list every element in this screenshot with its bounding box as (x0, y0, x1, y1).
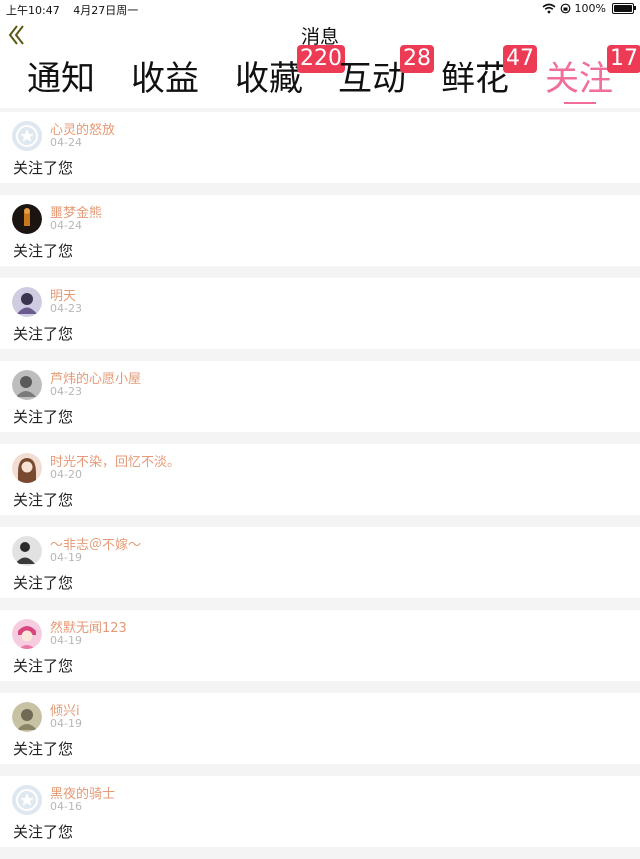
battery-percent: 100% (574, 2, 606, 15)
active-tab-indicator (564, 102, 596, 104)
follow-date: 04-16 (50, 800, 82, 813)
follow-message: 关注了您 (13, 740, 74, 758)
avatar[interactable] (12, 453, 42, 483)
follow-message: 关注了您 (13, 325, 74, 343)
follow-date: 04-19 (50, 634, 82, 647)
avatar-photo-icon (12, 370, 42, 400)
avatar-photo-icon (12, 702, 42, 732)
tab-earnings[interactable]: 收益 (131, 55, 199, 103)
follow-message: 关注了您 (13, 657, 74, 675)
follow-date: 04-20 (50, 468, 82, 481)
avatar-photo-icon (12, 536, 42, 566)
list-item[interactable]: 然默无闻123 04-19 关注了您 (0, 610, 640, 681)
list-item[interactable]: ～非志＠不嫁～ 04-19 关注了您 (0, 527, 640, 598)
status-time: 上午10:47 (6, 4, 60, 17)
follow-message: 关注了您 (13, 242, 74, 260)
avatar-photo-icon (12, 204, 42, 234)
follow-message: 关注了您 (13, 823, 74, 841)
default-avatar-icon (12, 121, 42, 151)
interactions-badge: 28 (400, 45, 434, 73)
list-item[interactable]: 芦炜的心愿小屋 04-23 关注了您 (0, 361, 640, 432)
follow-date: 04-24 (50, 136, 82, 149)
list-item[interactable]: 明天 04-23 关注了您 (0, 278, 640, 349)
follow-date: 04-19 (50, 717, 82, 730)
list-item[interactable]: 倾兴i 04-19 关注了您 (0, 693, 640, 764)
tab-label: 关注 (545, 59, 613, 99)
follow-list: 心灵的怒放 04-24 关注了您 噩梦金熊 04-24 关注了您 明天 04-2… (0, 112, 640, 859)
avatar[interactable] (12, 121, 42, 151)
status-left: 上午10:47 4月27日周一 (6, 2, 138, 18)
status-right: 100% (542, 2, 636, 15)
avatar[interactable] (12, 204, 42, 234)
tab-label: 互动 (338, 59, 406, 99)
list-item[interactable]: 心灵的怒放 04-24 关注了您 (0, 112, 640, 183)
follow-message: 关注了您 (13, 408, 74, 426)
rotation-lock-icon (560, 3, 570, 14)
follow-message: 关注了您 (13, 159, 74, 177)
flowers-badge: 47 (503, 45, 537, 73)
avatar[interactable] (12, 619, 42, 649)
avatar-photo-icon (12, 287, 42, 317)
follow-message: 关注了您 (13, 491, 74, 509)
follow-date: 04-23 (50, 385, 82, 398)
battery-icon (612, 3, 636, 14)
avatar-photo-icon (12, 619, 42, 649)
default-avatar-icon (12, 785, 42, 815)
avatar[interactable] (12, 536, 42, 566)
status-date: 4月27日周一 (73, 4, 139, 17)
tab-bar: 通知 收益 收藏 220 互动 28 鲜花 47 关注 17 (0, 45, 640, 108)
avatar[interactable] (12, 702, 42, 732)
list-item[interactable]: 黑夜的骑士 04-16 关注了您 (0, 776, 640, 847)
tab-label: 收藏 (235, 59, 303, 99)
wifi-icon (542, 3, 556, 14)
tab-flowers[interactable]: 鲜花 47 (441, 45, 537, 103)
status-bar: 上午10:47 4月27日周一 100% (0, 0, 640, 18)
avatar-photo-icon (12, 453, 42, 483)
avatar[interactable] (12, 370, 42, 400)
avatar[interactable] (12, 785, 42, 815)
tab-follows[interactable]: 关注 17 (545, 45, 640, 103)
follow-date: 04-19 (50, 551, 82, 564)
tab-favorites[interactable]: 收藏 220 (235, 45, 345, 103)
tab-label: 鲜花 (441, 59, 509, 99)
tab-interactions[interactable]: 互动 28 (338, 45, 434, 103)
tab-label: 通知 (27, 59, 95, 99)
follow-date: 04-23 (50, 302, 82, 315)
follow-message: 关注了您 (13, 574, 74, 592)
tab-label: 收益 (131, 59, 199, 99)
avatar[interactable] (12, 287, 42, 317)
follows-badge: 17 (607, 45, 640, 73)
list-item[interactable]: 时光不染，回忆不淡。 04-20 关注了您 (0, 444, 640, 515)
list-item[interactable]: 噩梦金熊 04-24 关注了您 (0, 195, 640, 266)
tab-notifications[interactable]: 通知 (27, 55, 95, 103)
follow-date: 04-24 (50, 219, 82, 232)
